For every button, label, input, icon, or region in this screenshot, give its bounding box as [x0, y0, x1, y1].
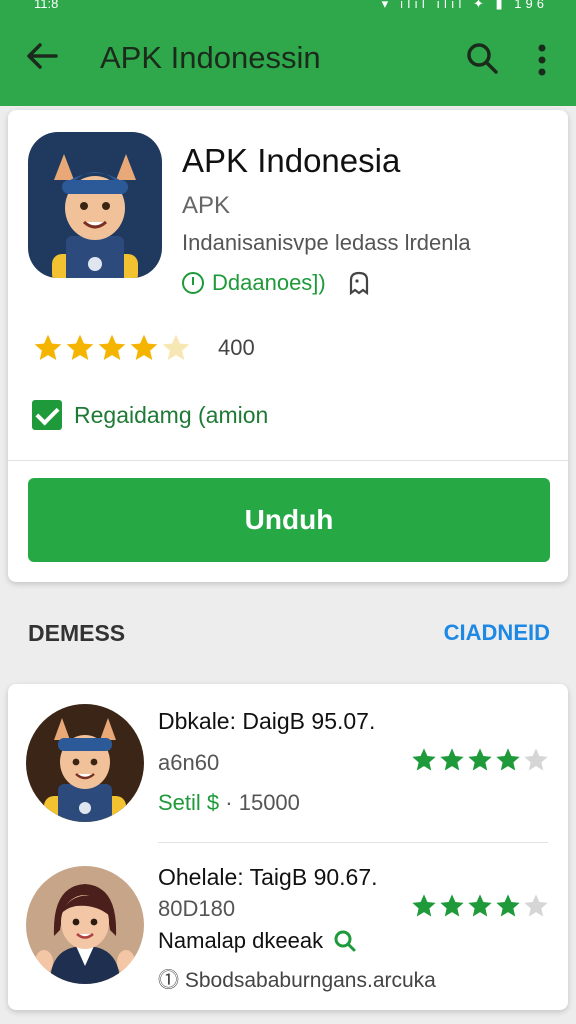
list-item[interactable]: Dbkale: DaigB 95.07. a6n60 Setil $ · 150… [8, 696, 568, 838]
status-icons: ▾ ılıl ılıl ✦ ▮ 196 [382, 0, 548, 12]
list-item-meta-label: Setil $ [158, 790, 220, 815]
section-title: DEMESS [28, 620, 126, 646]
app-type: APK [182, 192, 231, 219]
star-icon [412, 894, 436, 917]
info-tag-icon[interactable] [348, 271, 370, 295]
list-item[interactable]: Ohelale: TaigB 90.67. 80D180 Namalap dke… [8, 852, 568, 1002]
list-item-subtitle: 80D180 [158, 896, 236, 921]
star-empty-icon [524, 894, 548, 917]
list-item-line3: Namalap dkeeak [158, 928, 357, 954]
star-empty-icon [524, 748, 548, 771]
section-link[interactable]: CIADNEID [444, 620, 550, 646]
star-icon [496, 894, 520, 917]
star-icon [130, 334, 158, 360]
arrow-left-icon[interactable] [22, 36, 62, 76]
status-bar: 11:8 ▾ ılıl ılıl ✦ ▮ 196 [0, 0, 576, 18]
list-item-name: Namalap dkeeak [158, 928, 324, 953]
status-battery-text: 196 [514, 0, 548, 11]
divider [8, 460, 568, 461]
avatar [26, 866, 144, 984]
clock-icon [182, 272, 204, 294]
download-button[interactable]: Unduh [28, 478, 550, 562]
more-vert-icon[interactable] [528, 40, 556, 80]
app-description: Indanisanisvpe ledass lrdenla [182, 230, 471, 255]
checkbox-row[interactable]: Regaidamg (amion [32, 400, 268, 430]
star-icon [440, 748, 464, 771]
list-item-meta-value: · 15000 [225, 790, 300, 815]
app-detail-card: APK Indonesia APK Indanisanisvpe ledass … [8, 110, 568, 582]
search-icon[interactable] [464, 40, 500, 76]
app-list-card: Dbkale: DaigB 95.07. a6n60 Setil $ · 150… [8, 684, 568, 1010]
star-icon [66, 334, 94, 360]
downloads-label: Ddaanoes]) [212, 270, 326, 295]
rating-row: 400 [32, 332, 255, 364]
search-icon[interactable] [333, 929, 357, 953]
rating-value: 400 [218, 335, 255, 360]
list-item-detail: ⓵ Sbodsababurngans.arcuka [158, 969, 436, 992]
star-half-icon [162, 334, 190, 360]
star-icon [98, 334, 126, 360]
list-item-title: Dbkale: DaigB 95.07. [158, 708, 376, 734]
list-item-subtitle: a6n60 [158, 750, 220, 775]
star-icon [496, 748, 520, 771]
star-icon [468, 748, 492, 771]
app-name: APK Indonesia [182, 142, 401, 179]
list-item-meta: Setil $ · 15000 [158, 790, 300, 816]
star-icon [34, 334, 62, 360]
star-icon [468, 894, 492, 917]
status-time: 11:8 [34, 0, 59, 11]
list-divider [158, 842, 548, 843]
list-item-title: Ohelale: TaigB 90.67. [158, 864, 378, 890]
star-icon [440, 894, 464, 917]
avatar [26, 704, 144, 822]
checkbox[interactable] [32, 400, 62, 430]
checkbox-label: Regaidamg (amion [74, 401, 269, 428]
list-item-stars [410, 746, 550, 774]
page-title: APK Indonessin [100, 40, 321, 75]
app-bar: APK Indonessin [0, 18, 576, 106]
downloads-row: Ddaanoes]) [182, 270, 370, 296]
star-icon [412, 748, 436, 771]
app-icon [28, 132, 162, 278]
list-item-stars [410, 892, 550, 920]
